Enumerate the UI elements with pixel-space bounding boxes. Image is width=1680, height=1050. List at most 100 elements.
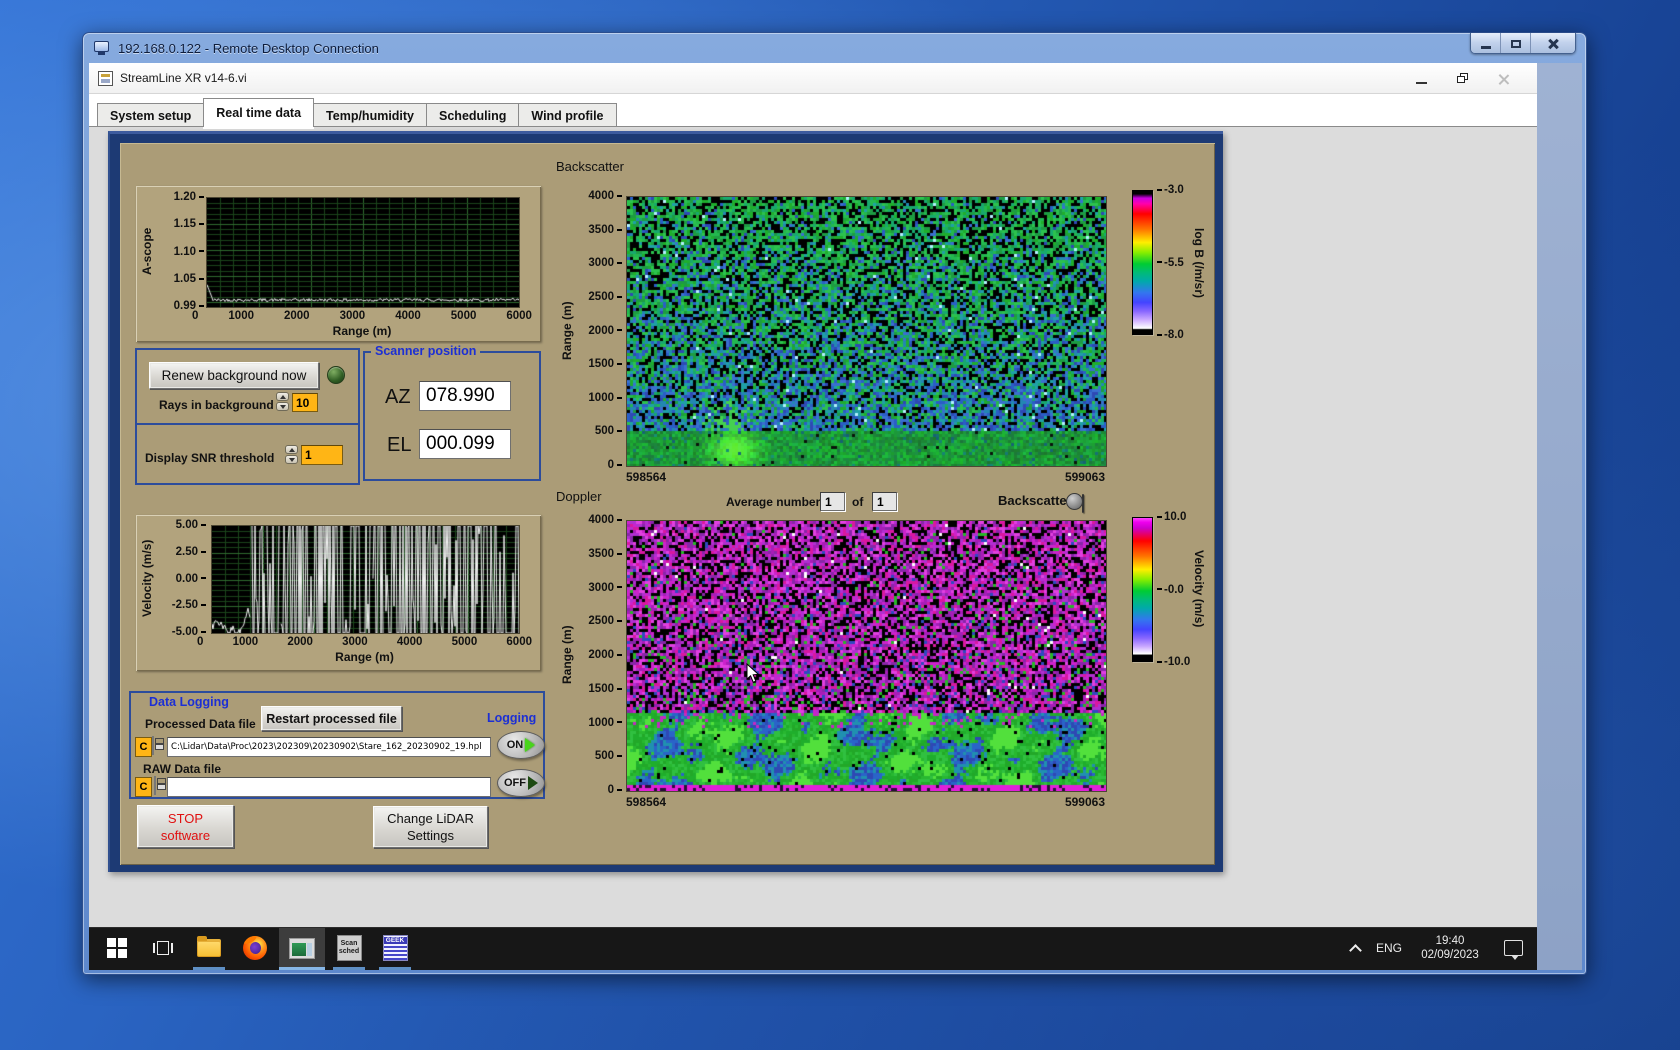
snr-value-field[interactable]: 1	[301, 445, 343, 465]
axis-tick: 2000	[588, 649, 622, 661]
rdp-maximize-button[interactable]	[1501, 33, 1531, 53]
change-line2: Settings	[407, 828, 454, 843]
tab-scheduling[interactable]: Scheduling	[426, 103, 520, 127]
rdp-titlebar[interactable]: 192.168.0.122 - Remote Desktop Connectio…	[83, 33, 1586, 63]
streamline-app-button[interactable]	[279, 928, 325, 968]
backscatter-colorbar-ticks: -3.0 -5.5 -8.0	[1157, 184, 1184, 341]
raw-path-field[interactable]	[167, 777, 491, 797]
streamline-app-icon	[289, 937, 315, 959]
scan-scheduler-icon: Scan sched	[336, 935, 362, 961]
el-value: 000.099	[419, 429, 511, 459]
app-minimize-icon[interactable]	[1416, 82, 1427, 84]
axis-tick: 5000	[451, 636, 478, 648]
tab-temp-humidity[interactable]: Temp/humidity	[313, 103, 428, 127]
doppler-colorbar-ticks: 10.0 -0.0 -10.0	[1157, 511, 1190, 668]
action-center-button[interactable]	[1495, 928, 1531, 968]
axis-tick: 4000	[396, 636, 423, 648]
geek-uninstaller-button[interactable]: GEEK	[373, 928, 417, 968]
backscatter-colorbar	[1132, 190, 1153, 335]
renew-background-button[interactable]: Renew background now	[149, 362, 319, 389]
axis-tick: -0.0	[1157, 584, 1190, 596]
velocity-y-axis-label: Velocity (m/s)	[140, 539, 154, 618]
doppler-y-axis-label: Range (m)	[560, 625, 574, 685]
axis-tick: 2000	[588, 325, 622, 337]
rdp-minimize-button[interactable]	[1471, 33, 1501, 53]
task-view-button[interactable]	[141, 928, 185, 968]
average-number-field[interactable]: 1	[820, 492, 845, 511]
axis-tick: 6000	[506, 310, 532, 322]
language-indicator[interactable]: ENG	[1371, 928, 1407, 968]
raw-drive-box[interactable]: C	[135, 777, 152, 797]
start-button[interactable]	[95, 928, 139, 968]
processed-path-browse-icon[interactable]	[152, 736, 154, 755]
axis-tick: 1500	[588, 358, 622, 370]
renew-led-indicator	[327, 366, 345, 384]
clock[interactable]: 19:40 02/09/2023	[1409, 928, 1491, 968]
axis-tick: 0	[608, 459, 622, 471]
task-view-icon	[153, 940, 173, 956]
velocity-x-ticks: 0 1000 2000 3000 4000 5000 6000	[197, 636, 532, 648]
app-close-icon[interactable]	[1498, 73, 1509, 84]
desktop: 192.168.0.122 - Remote Desktop Connectio…	[0, 0, 1680, 1050]
backscatter-colorbar-label: log B (/m/sr)	[1192, 227, 1206, 298]
remote-session: StreamLine XR v14-6.vi System setup Real…	[89, 63, 1537, 970]
stop-software-button[interactable]: STOP software	[137, 805, 234, 848]
tab-real-time-data[interactable]: Real time data	[203, 98, 315, 127]
app-titlebar[interactable]: StreamLine XR v14-6.vi	[89, 63, 1537, 94]
raw-logging-toggle-off[interactable]: OFF	[497, 769, 545, 797]
app-title: StreamLine XR v14-6.vi	[120, 71, 247, 85]
processed-logging-toggle-on[interactable]: ON	[497, 731, 545, 759]
tray-chevron-button[interactable]	[1343, 928, 1369, 968]
axis-tick: -3.0	[1157, 184, 1184, 196]
axis-tick: 3000	[588, 257, 622, 269]
a-scope-y-axis-label: A-scope	[140, 227, 154, 276]
geek-running-indicator	[379, 967, 411, 970]
snr-spinner[interactable]	[285, 445, 298, 464]
rays-spinner[interactable]	[276, 392, 289, 411]
processed-drive-box[interactable]: C	[135, 737, 152, 757]
axis-tick: 500	[595, 425, 622, 437]
a-scope-y-ticks: 1.20 1.15 1.10 1.05 0.99	[160, 191, 204, 312]
change-lidar-settings-button[interactable]: Change LiDAR Settings	[373, 806, 488, 848]
on-led-icon	[525, 738, 536, 752]
axis-tick: 1000	[228, 310, 254, 322]
tab-system-setup[interactable]: System setup	[97, 103, 205, 127]
axis-tick: 4000	[588, 514, 622, 526]
backscatter-doppler-toggle[interactable]	[1066, 493, 1084, 513]
snr-threshold-label: Display SNR threshold	[145, 451, 275, 465]
logging-label: Logging	[487, 711, 537, 725]
firefox-button[interactable]	[233, 928, 277, 968]
tab-wind-profile[interactable]: Wind profile	[518, 103, 617, 127]
rays-value-field[interactable]: 10	[292, 393, 318, 412]
el-label: EL	[387, 434, 412, 456]
a-scope-x-axis-label: Range (m)	[332, 324, 392, 338]
velocity-plot	[211, 525, 520, 634]
doppler-y-ticks: 4000 3500 3000 2500 2000 1500 1000 500 0	[576, 514, 622, 796]
axis-tick: 0	[608, 784, 622, 796]
of-label: of	[852, 495, 864, 509]
restart-processed-file-button[interactable]: Restart processed file	[261, 706, 402, 731]
divider	[137, 423, 358, 425]
rdp-close-button[interactable]	[1531, 33, 1575, 53]
scan-scheduler-running-indicator	[333, 967, 365, 970]
axis-tick: 1000	[588, 717, 622, 729]
average-number-label: Average number	[726, 495, 821, 509]
doppler-x-start: 598564	[626, 795, 667, 809]
background-controls-box: Renew background now Rays in background …	[135, 348, 360, 485]
axis-tick: 2000	[284, 310, 310, 322]
change-line1: Change LiDAR	[387, 811, 474, 826]
scanner-position-box: Scanner position AZ 078.990 EL 000.099	[363, 344, 541, 481]
a-scope-plot	[206, 197, 520, 308]
rays-in-background-label: Rays in background	[159, 398, 274, 412]
vi-icon	[98, 70, 113, 86]
raw-path-browse-icon[interactable]	[154, 776, 156, 795]
file-explorer-button[interactable]	[187, 928, 231, 968]
average-total-field[interactable]: 1	[872, 492, 897, 511]
processed-path-field[interactable]: C:\Lidar\Data\Proc\2023\202309\20230902\…	[167, 737, 491, 757]
toggle-knob	[1066, 493, 1083, 510]
geek-uninstaller-icon: GEEK	[382, 935, 408, 961]
axis-tick: 5.00	[176, 519, 206, 531]
app-restore-icon[interactable]	[1457, 73, 1468, 83]
scan-scheduler-button[interactable]: Scan sched	[327, 928, 371, 968]
firefox-icon	[243, 936, 267, 960]
